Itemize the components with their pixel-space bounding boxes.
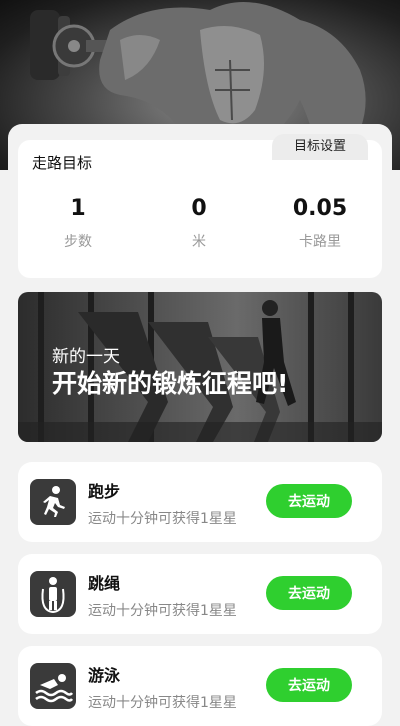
stat-calories: 0.05 卡路里 bbox=[260, 196, 380, 251]
go-exercise-button[interactable]: 去运动 bbox=[266, 668, 352, 702]
activity-name: 游泳 bbox=[88, 666, 121, 685]
go-exercise-button[interactable]: 去运动 bbox=[266, 484, 352, 518]
stat-steps: 1 步数 bbox=[18, 196, 138, 251]
motivation-banner[interactable]: 新的一天 开始新的锻炼征程吧! bbox=[18, 292, 382, 442]
activity-card-running[interactable]: 跑步 运动十分钟可获得1星星 去运动 bbox=[18, 462, 382, 542]
activity-name: 跳绳 bbox=[88, 574, 121, 593]
goal-settings-tab[interactable]: 目标设置 bbox=[272, 134, 368, 160]
stat-meters: 0 米 bbox=[139, 196, 259, 251]
activity-card-swimming[interactable]: 游泳 运动十分钟可获得1星星 去运动 bbox=[18, 646, 382, 726]
go-exercise-button[interactable]: 去运动 bbox=[266, 576, 352, 610]
stat-calories-value: 0.05 bbox=[292, 196, 348, 221]
activity-desc: 运动十分钟可获得1星星 bbox=[88, 511, 237, 527]
goal-title: 走路目标 bbox=[32, 154, 93, 172]
stat-meters-value: 0 bbox=[191, 196, 207, 221]
walking-goal-card: 目标设置 走路目标 1 步数 0 米 0.05 卡路里 bbox=[18, 134, 382, 278]
jump-rope-icon bbox=[30, 571, 76, 617]
activity-card-jump-rope[interactable]: 跳绳 运动十分钟可获得1星星 去运动 bbox=[18, 554, 382, 634]
activity-desc: 运动十分钟可获得1星星 bbox=[88, 695, 237, 711]
swimming-icon bbox=[30, 663, 76, 709]
activity-name: 跑步 bbox=[88, 482, 121, 501]
stat-steps-value: 1 bbox=[70, 196, 86, 221]
stat-steps-label: 步数 bbox=[64, 234, 92, 250]
running-icon bbox=[30, 479, 76, 525]
banner-title: 开始新的锻炼征程吧! bbox=[52, 369, 289, 398]
activity-desc: 运动十分钟可获得1星星 bbox=[88, 603, 237, 619]
stat-meters-label: 米 bbox=[192, 234, 206, 250]
stat-calories-label: 卡路里 bbox=[299, 234, 341, 250]
